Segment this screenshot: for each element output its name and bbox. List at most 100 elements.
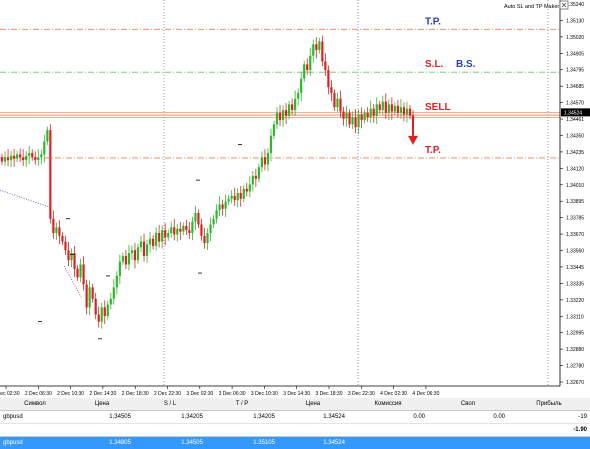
candle-body xyxy=(312,44,314,55)
candle-body xyxy=(385,102,387,113)
table-row[interactable]: gbpusd 1.34505 1.34205 1.34205 1.34524 0… xyxy=(0,411,590,424)
candle-body xyxy=(318,41,320,50)
x-tick-label: 2 Dec 14:30 xyxy=(89,391,116,397)
x-tick-label: 4 Dec 02:30 xyxy=(380,391,407,397)
candle-body xyxy=(73,253,75,269)
y-tick-label: 1.32670 xyxy=(566,380,584,386)
candle-body xyxy=(161,230,163,241)
x-tick-label: 3 Dec 02:30 xyxy=(186,391,213,397)
y-tick-label: 1.34685 xyxy=(566,84,584,90)
x-tick-label: 3 Dec 10:30 xyxy=(251,391,278,397)
level-label: B.S. xyxy=(456,59,476,70)
x-tick-label: 3 Dec 22:30 xyxy=(348,391,375,397)
level-label: T.P. xyxy=(425,145,441,156)
x-tick-label: 2 Dec 06:30 xyxy=(25,391,52,397)
candle-body xyxy=(249,184,251,191)
candle-body xyxy=(34,157,36,160)
header-profit[interactable]: Прибыль xyxy=(508,398,590,411)
orders-panel: Символ Цена S / L T / P Цена Комиссия Св… xyxy=(0,398,590,446)
y-tick-label: 1.33335 xyxy=(566,281,584,287)
candle-body xyxy=(225,202,227,209)
candle-body xyxy=(7,157,9,160)
candle-body xyxy=(288,104,290,115)
candle-body xyxy=(119,262,121,276)
candle-body xyxy=(76,269,78,278)
x-tick-label: 3 Dec 14:30 xyxy=(283,391,310,397)
header-sl[interactable]: S / L xyxy=(134,398,206,411)
candle-body xyxy=(403,107,405,114)
cell-price: 1.34805 xyxy=(70,437,134,449)
candle-body xyxy=(25,156,27,160)
cell-sl: 1.34205 xyxy=(134,411,206,424)
candle-body xyxy=(89,287,91,307)
candle-body xyxy=(52,219,54,233)
candle-body xyxy=(43,142,45,155)
orders-table: Символ Цена S / L T / P Цена Комиссия Св… xyxy=(0,398,590,449)
y-tick-label: 1.34570 xyxy=(566,101,584,107)
header-symbol[interactable]: Символ xyxy=(0,398,70,411)
price-chart[interactable]: T.P.S.L.B.S.SELLT.P. 1.352401.351301.350… xyxy=(0,0,590,398)
candle-body xyxy=(212,219,214,225)
candle-body xyxy=(409,109,411,116)
header-swap[interactable]: Своп xyxy=(428,398,508,411)
candle-body xyxy=(194,213,196,222)
candle-body xyxy=(79,264,81,277)
candle-body xyxy=(64,242,66,251)
candle-body xyxy=(391,104,393,111)
y-tick-label: 1.33560 xyxy=(566,249,584,255)
candle-body xyxy=(397,106,399,113)
table-row-selected[interactable]: gbpusd 1.34805 1.34505 1.35105 1.34524 xyxy=(0,437,590,449)
current-price-label: 1.34524 xyxy=(564,110,582,116)
candle-body xyxy=(394,106,396,112)
candle-body xyxy=(101,307,103,321)
x-tick-label: 2 Dec 22:30 xyxy=(154,391,181,397)
candle-body xyxy=(176,229,178,235)
candle-body xyxy=(86,284,88,307)
candle-body xyxy=(143,242,145,256)
candle-body xyxy=(388,104,390,113)
candle-body xyxy=(333,93,335,107)
cell-current-price: 1.34524 xyxy=(278,411,348,424)
cell-commission: 0.00 xyxy=(348,411,428,424)
candle-body xyxy=(1,157,3,161)
header-price[interactable]: Цена xyxy=(70,398,134,411)
cell-sl: 1.34505 xyxy=(134,437,206,449)
candle-body xyxy=(276,113,278,124)
candle-body xyxy=(149,239,151,245)
candle-body xyxy=(348,113,350,124)
candle-body xyxy=(367,113,369,117)
chart-background xyxy=(0,0,590,398)
candle-body xyxy=(330,87,332,93)
candle-body xyxy=(264,157,266,164)
candle-body xyxy=(61,236,63,242)
candle-body xyxy=(379,104,381,110)
candle-body xyxy=(321,41,323,61)
y-tick-label: 1.35240 xyxy=(566,2,584,8)
candle-body xyxy=(203,236,205,243)
candle-body xyxy=(261,157,263,167)
candle-body xyxy=(104,307,106,316)
header-current-price[interactable]: Цена xyxy=(278,398,348,411)
candle-body xyxy=(206,233,208,243)
candle-body xyxy=(46,130,48,141)
y-tick-label: 1.34235 xyxy=(566,150,584,156)
y-tick-label: 1.34350 xyxy=(566,133,584,139)
x-tick-label: 3 Dec 18:30 xyxy=(316,391,343,397)
candle-body xyxy=(19,154,21,157)
candle-body xyxy=(306,64,308,70)
candle-body xyxy=(137,247,139,260)
candle-body xyxy=(113,287,115,298)
candle-body xyxy=(40,154,42,157)
indicator-close-icon[interactable] xyxy=(560,1,568,9)
header-tp[interactable]: T / P xyxy=(206,398,278,411)
candle-body xyxy=(164,230,166,237)
candle-body xyxy=(170,227,172,233)
candle-body xyxy=(31,153,33,157)
cell-swap: 0.00 xyxy=(428,411,508,424)
cell-profit: -19 xyxy=(508,411,590,424)
header-commission[interactable]: Комиссия xyxy=(348,398,428,411)
candle-body xyxy=(291,104,293,110)
table-header: Символ Цена S / L T / P Цена Комиссия Св… xyxy=(0,398,590,411)
candle-body xyxy=(200,224,202,235)
x-tick-label: 2 Dec 18:30 xyxy=(122,391,149,397)
